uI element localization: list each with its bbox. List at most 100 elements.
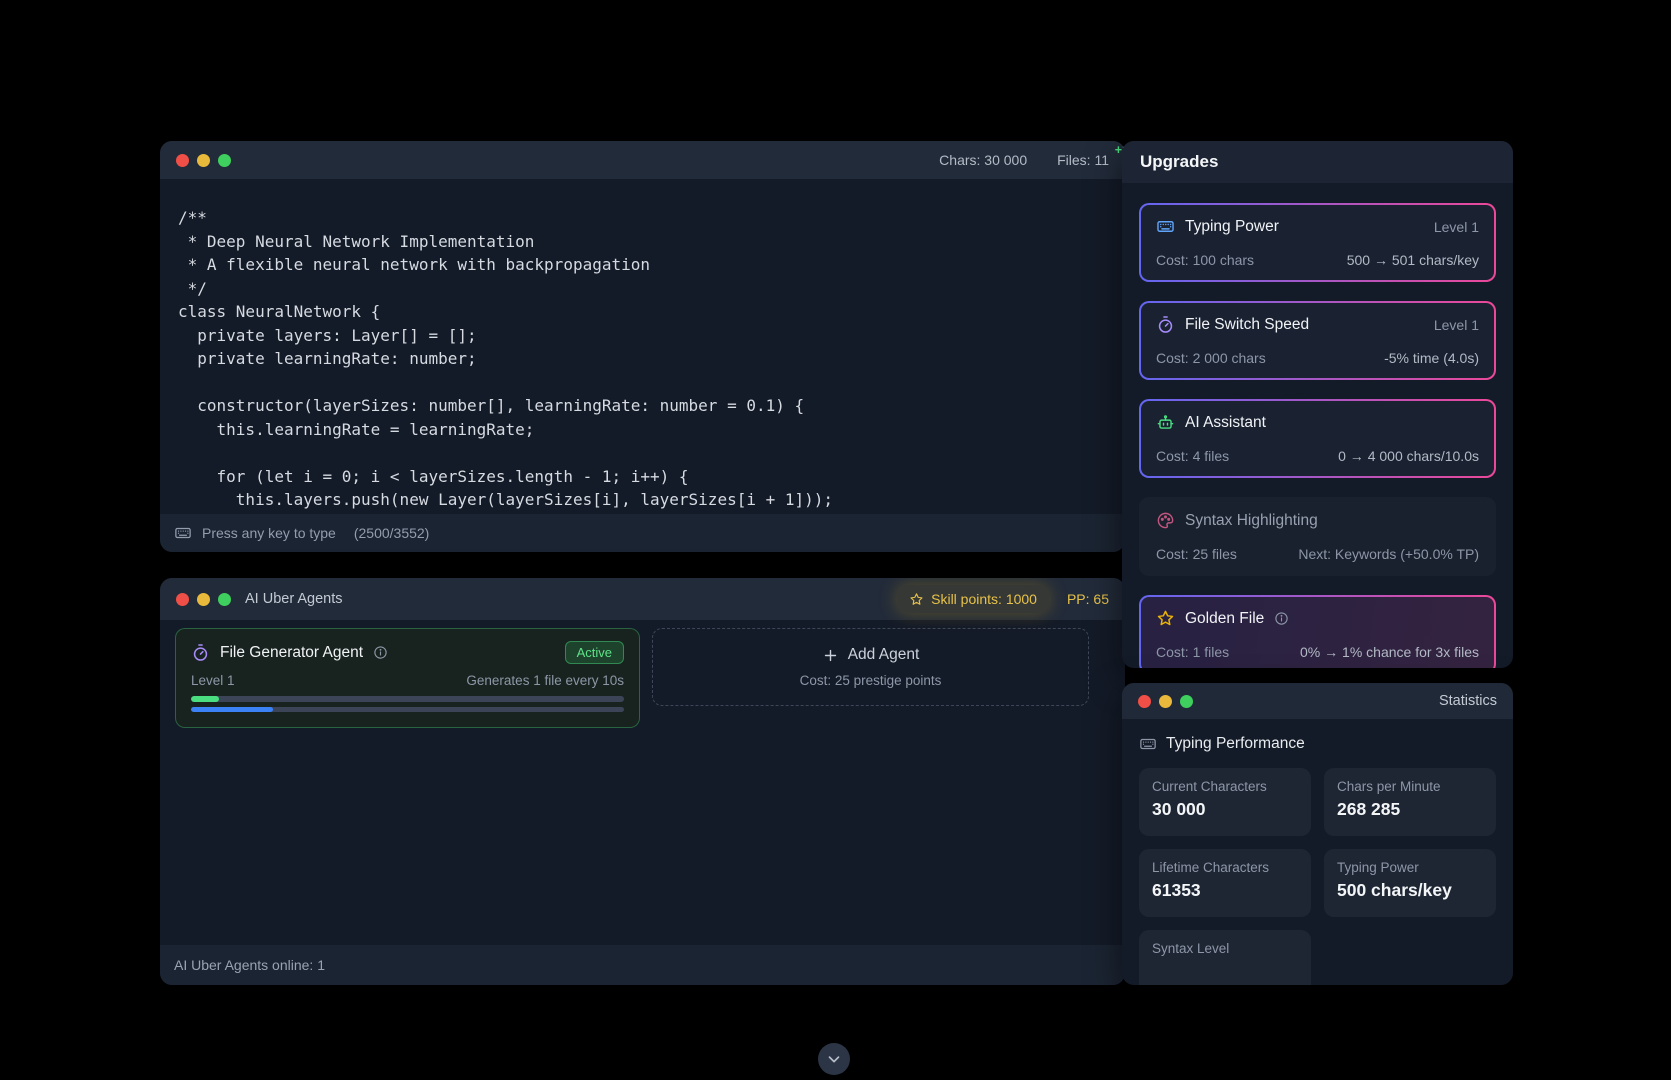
info-icon[interactable] xyxy=(373,645,388,660)
upgrade-effect: 0 → 4 000 chars/10.0s xyxy=(1338,448,1479,464)
ai-agents-window: AI Uber Agents Skill points: 1000 PP: 65 xyxy=(160,578,1125,985)
prestige-points-label: PP: 65 xyxy=(1067,591,1109,607)
code-line: private learningRate: number; xyxy=(178,347,1107,371)
stopwatch-icon xyxy=(191,643,210,662)
code-line xyxy=(178,441,1107,465)
close-button[interactable] xyxy=(1138,695,1151,708)
stopwatch-icon xyxy=(1156,315,1175,334)
upgrade-golden-file[interactable]: Golden File Cost: 1 files 0% → 1% chance… xyxy=(1139,595,1496,668)
stats-section-title: Typing Performance xyxy=(1166,735,1305,753)
file-progress-count: (2500/3552) xyxy=(354,525,430,541)
upgrade-name: Typing Power xyxy=(1185,218,1279,236)
skill-points-label: Skill points: 1000 xyxy=(931,591,1037,607)
code-line: constructor(layerSizes: number[], learni… xyxy=(178,394,1107,418)
code-line: * Deep Neural Network Implementation xyxy=(178,230,1107,254)
upgrades-panel: Upgrades Typing Power Level 1 Cost: 100 … xyxy=(1122,141,1513,668)
keyboard-icon xyxy=(1139,735,1157,753)
upgrade-ai-assistant[interactable]: AI Assistant Cost: 4 files 0 → 4 000 cha… xyxy=(1139,399,1496,478)
upgrade-effect: 500 → 501 chars/key xyxy=(1347,252,1479,268)
maximize-button[interactable] xyxy=(218,154,231,167)
window-title: AI Uber Agents xyxy=(245,591,343,607)
stats-titlebar: Statistics xyxy=(1122,683,1513,719)
chars-count: Chars: 30 000 xyxy=(939,152,1027,168)
upgrade-name: Syntax Highlighting xyxy=(1185,512,1318,530)
stat-label: Current Characters xyxy=(1152,779,1298,794)
files-count: Files: 11 xyxy=(1057,152,1109,168)
upgrade-level: Level 1 xyxy=(1434,219,1479,235)
code-line: this.layers.push(new Layer(layerSizes[i]… xyxy=(178,488,1107,512)
agent-cycle-progressbar xyxy=(191,707,624,712)
maximize-button[interactable] xyxy=(218,593,231,606)
stat-label: Typing Power xyxy=(1337,860,1483,875)
keyboard-icon xyxy=(174,524,192,542)
code-editor-window: Chars: 30 000 Files: 11 +1 /** * Deep Ne… xyxy=(160,141,1125,552)
upgrade-cost: Cost: 100 chars xyxy=(1156,252,1254,268)
star-icon xyxy=(1156,609,1175,628)
upgrade-name: Golden File xyxy=(1185,610,1264,628)
traffic-lights xyxy=(176,154,231,167)
file-generator-agent-card[interactable]: File Generator Agent Active Level 1 Gene… xyxy=(175,628,640,728)
code-line: /** xyxy=(178,206,1107,230)
upgrade-name: File Switch Speed xyxy=(1185,316,1309,334)
code-line: class NeuralNetwork { xyxy=(178,300,1107,324)
agents-online-count: AI Uber Agents online: 1 xyxy=(174,957,325,973)
stat-value: 268 285 xyxy=(1337,799,1483,820)
add-agent-button[interactable]: Add Agent Cost: 25 prestige points xyxy=(652,628,1089,706)
stat-label: Chars per Minute xyxy=(1337,779,1483,794)
maximize-button[interactable] xyxy=(1180,695,1193,708)
agents-statusbar: AI Uber Agents online: 1 xyxy=(160,945,1125,985)
upgrade-effect: 0% → 1% chance for 3x files xyxy=(1300,644,1479,660)
code-line: * A flexible neural network with backpro… xyxy=(178,253,1107,277)
traffic-lights xyxy=(1138,695,1193,708)
stat-label: Syntax Level xyxy=(1152,941,1298,956)
keyboard-icon xyxy=(1156,217,1175,236)
add-agent-label: Add Agent xyxy=(848,646,920,664)
stat-value: 500 chars/key xyxy=(1337,880,1483,901)
agent-level: Level 1 xyxy=(191,673,235,688)
upgrade-file-switch-speed[interactable]: File Switch Speed Level 1 Cost: 2 000 ch… xyxy=(1139,301,1496,380)
typing-prompt: Press any key to type xyxy=(202,525,336,541)
stat-typing-power: Typing Power 500 chars/key xyxy=(1324,849,1496,917)
minimize-button[interactable] xyxy=(1159,695,1172,708)
info-icon[interactable] xyxy=(1274,611,1289,626)
stat-current-characters: Current Characters 30 000 xyxy=(1139,768,1311,836)
chevron-down-icon xyxy=(825,1050,843,1068)
agent-cycle-progress-fill xyxy=(191,707,273,712)
upgrade-cost: Cost: 4 files xyxy=(1156,448,1229,464)
code-line xyxy=(178,371,1107,395)
agent-status-badge: Active xyxy=(565,641,624,664)
agent-name: File Generator Agent xyxy=(220,644,363,662)
panel-title: Upgrades xyxy=(1140,152,1218,172)
upgrade-cost: Cost: 1 files xyxy=(1156,644,1229,660)
code-area[interactable]: /** * Deep Neural Network Implementation… xyxy=(160,179,1125,514)
upgrade-cost: Cost: 2 000 chars xyxy=(1156,350,1266,366)
plus-icon xyxy=(822,647,839,664)
agent-rate: Generates 1 file every 10s xyxy=(466,673,624,688)
statistics-window: Statistics Typing Performance Current Ch… xyxy=(1122,683,1513,985)
editor-titlebar: Chars: 30 000 Files: 11 +1 xyxy=(160,141,1125,179)
traffic-lights xyxy=(176,593,231,606)
stat-value: 61353 xyxy=(1152,880,1298,901)
minimize-button[interactable] xyxy=(197,154,210,167)
close-button[interactable] xyxy=(176,593,189,606)
code-line: private layers: Layer[] = []; xyxy=(178,324,1107,348)
upgrade-syntax-highlighting[interactable]: Syntax Highlighting Cost: 25 files Next:… xyxy=(1139,497,1496,576)
code-line: for (let i = 0; i < layerSizes.length - … xyxy=(178,465,1107,489)
upgrade-name: AI Assistant xyxy=(1185,414,1266,432)
stat-lifetime-characters: Lifetime Characters 61353 xyxy=(1139,849,1311,917)
upgrades-header: Upgrades xyxy=(1122,141,1513,183)
minimize-button[interactable] xyxy=(197,593,210,606)
agents-titlebar: AI Uber Agents Skill points: 1000 PP: 65 xyxy=(160,578,1125,620)
palette-icon xyxy=(1156,511,1175,530)
upgrade-typing-power[interactable]: Typing Power Level 1 Cost: 100 chars 500… xyxy=(1139,203,1496,282)
star-icon xyxy=(909,592,924,607)
scroll-down-button[interactable] xyxy=(818,1043,850,1075)
upgrade-effect: -5% time (4.0s) xyxy=(1384,350,1479,366)
upgrade-effect: Next: Keywords (+50.0% TP) xyxy=(1298,546,1479,562)
code-line: this.learningRate = learningRate; xyxy=(178,418,1107,442)
agent-file-progressbar xyxy=(191,696,624,702)
robot-icon xyxy=(1156,413,1175,432)
agent-file-progress-fill xyxy=(191,696,219,702)
skill-points-badge: Skill points: 1000 xyxy=(897,585,1049,613)
close-button[interactable] xyxy=(176,154,189,167)
